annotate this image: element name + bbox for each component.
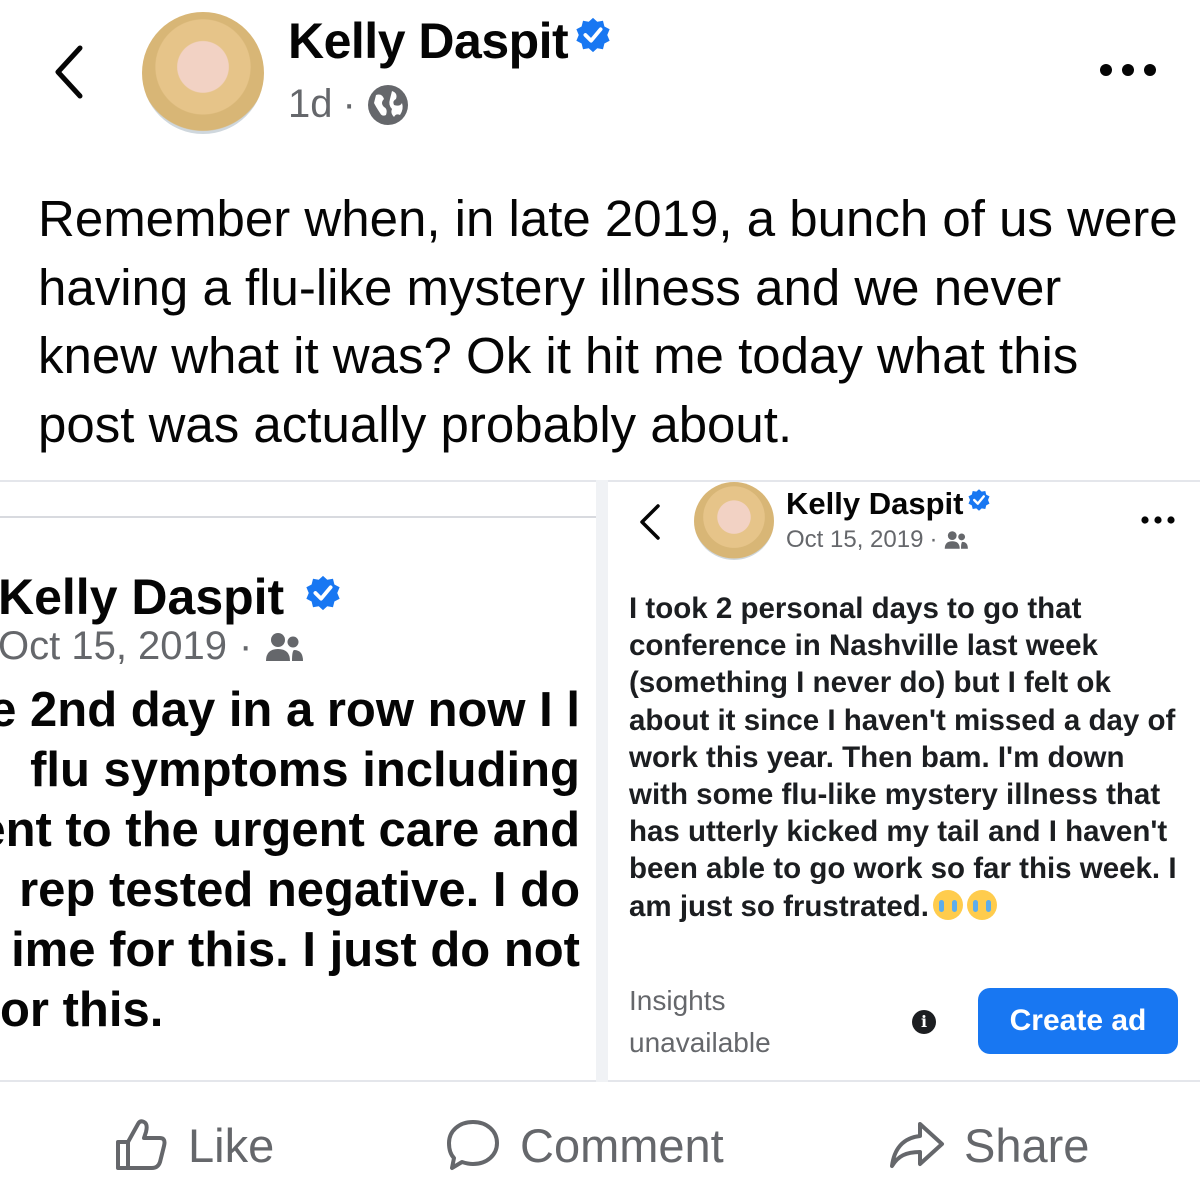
screenshot-avatar	[694, 482, 774, 560]
screenshot-text-line: ime for this. I just do not	[11, 923, 580, 977]
friends-audience-icon	[945, 531, 969, 549]
info-icon: i	[912, 1010, 936, 1034]
screenshot-author-text: Kelly Daspit	[0, 569, 285, 625]
verified-badge-icon	[576, 17, 610, 53]
share-button[interactable]: Share	[888, 1110, 1089, 1180]
globe-icon	[367, 84, 408, 125]
crying-face-emoji-icon	[966, 889, 997, 920]
post-time[interactable]: 1d	[288, 82, 333, 127]
screenshot-header-line	[0, 516, 596, 518]
meta-separator: ·	[342, 82, 356, 126]
more-options-icon[interactable]	[1098, 60, 1158, 80]
screenshot-separator: ·	[239, 624, 253, 668]
verified-badge-icon	[306, 575, 340, 611]
screenshot-author-name: Kelly Daspit	[786, 486, 991, 522]
author-avatar[interactable]	[142, 12, 264, 134]
like-label: Like	[188, 1118, 275, 1172]
author-name-row[interactable]: Kelly Daspit	[288, 12, 612, 70]
screenshot-separator: ·	[929, 526, 938, 553]
crying-face-emoji-icon	[932, 889, 963, 920]
screenshot-text-line: e 2nd day in a row now I l	[0, 683, 580, 737]
comment-button[interactable]: Comment	[444, 1110, 724, 1180]
screenshot-meta: Oct 15, 2019 ·	[0, 624, 304, 669]
screenshot-post-text: e 2nd day in a row now I l flu symptoms …	[0, 680, 580, 1040]
thumbs-up-icon	[116, 1119, 167, 1170]
back-arrow-icon	[640, 504, 660, 540]
verified-badge-icon	[968, 489, 990, 511]
more-options-icon	[1141, 516, 1175, 524]
left-screenshot-image[interactable]: Kelly Daspit Oct 15, 2019 · e 2nd day in…	[0, 482, 596, 1080]
screenshot-text-line: or this.	[0, 983, 164, 1037]
screenshot-date: Oct 15, 2019	[0, 624, 228, 668]
screenshot-text-line: ent to the urgent care and	[0, 803, 580, 857]
right-screenshot-image[interactable]: Kelly Daspit Oct 15, 2019 · I took 2 per…	[608, 482, 1200, 1080]
screenshot-post-body: I took 2 personal days to go that confer…	[629, 592, 1177, 923]
create-ad-button: Create ad	[978, 988, 1178, 1054]
screenshot-text-line: flu symptoms including	[30, 743, 580, 797]
share-arrow-icon	[890, 1122, 944, 1168]
back-arrow-icon[interactable]	[48, 40, 92, 104]
screenshot-text-line: rep tested negative. I do	[19, 863, 580, 917]
comment-label: Comment	[520, 1118, 724, 1172]
share-label: Share	[964, 1118, 1090, 1172]
screenshot-date: Oct 15, 2019	[786, 526, 924, 553]
author-name[interactable]: Kelly Daspit	[288, 13, 569, 69]
collage-gap	[596, 480, 608, 1082]
friends-audience-icon	[266, 632, 304, 661]
comment-bubble-icon	[447, 1120, 499, 1170]
screenshot-author-text: Kelly Daspit	[786, 486, 964, 521]
screenshot-post-text: I took 2 personal days to go that confer…	[629, 590, 1189, 925]
like-button[interactable]: Like	[112, 1110, 274, 1180]
screenshot-author-name: Kelly Daspit	[0, 568, 342, 626]
post-text: Remember when, in late 2019, a bunch of …	[38, 190, 1178, 453]
screenshot-meta: Oct 15, 2019 ·	[786, 526, 969, 554]
post-meta: 1d ·	[288, 82, 410, 127]
insights-unavailable-label: Insights unavailable	[629, 985, 771, 1058]
